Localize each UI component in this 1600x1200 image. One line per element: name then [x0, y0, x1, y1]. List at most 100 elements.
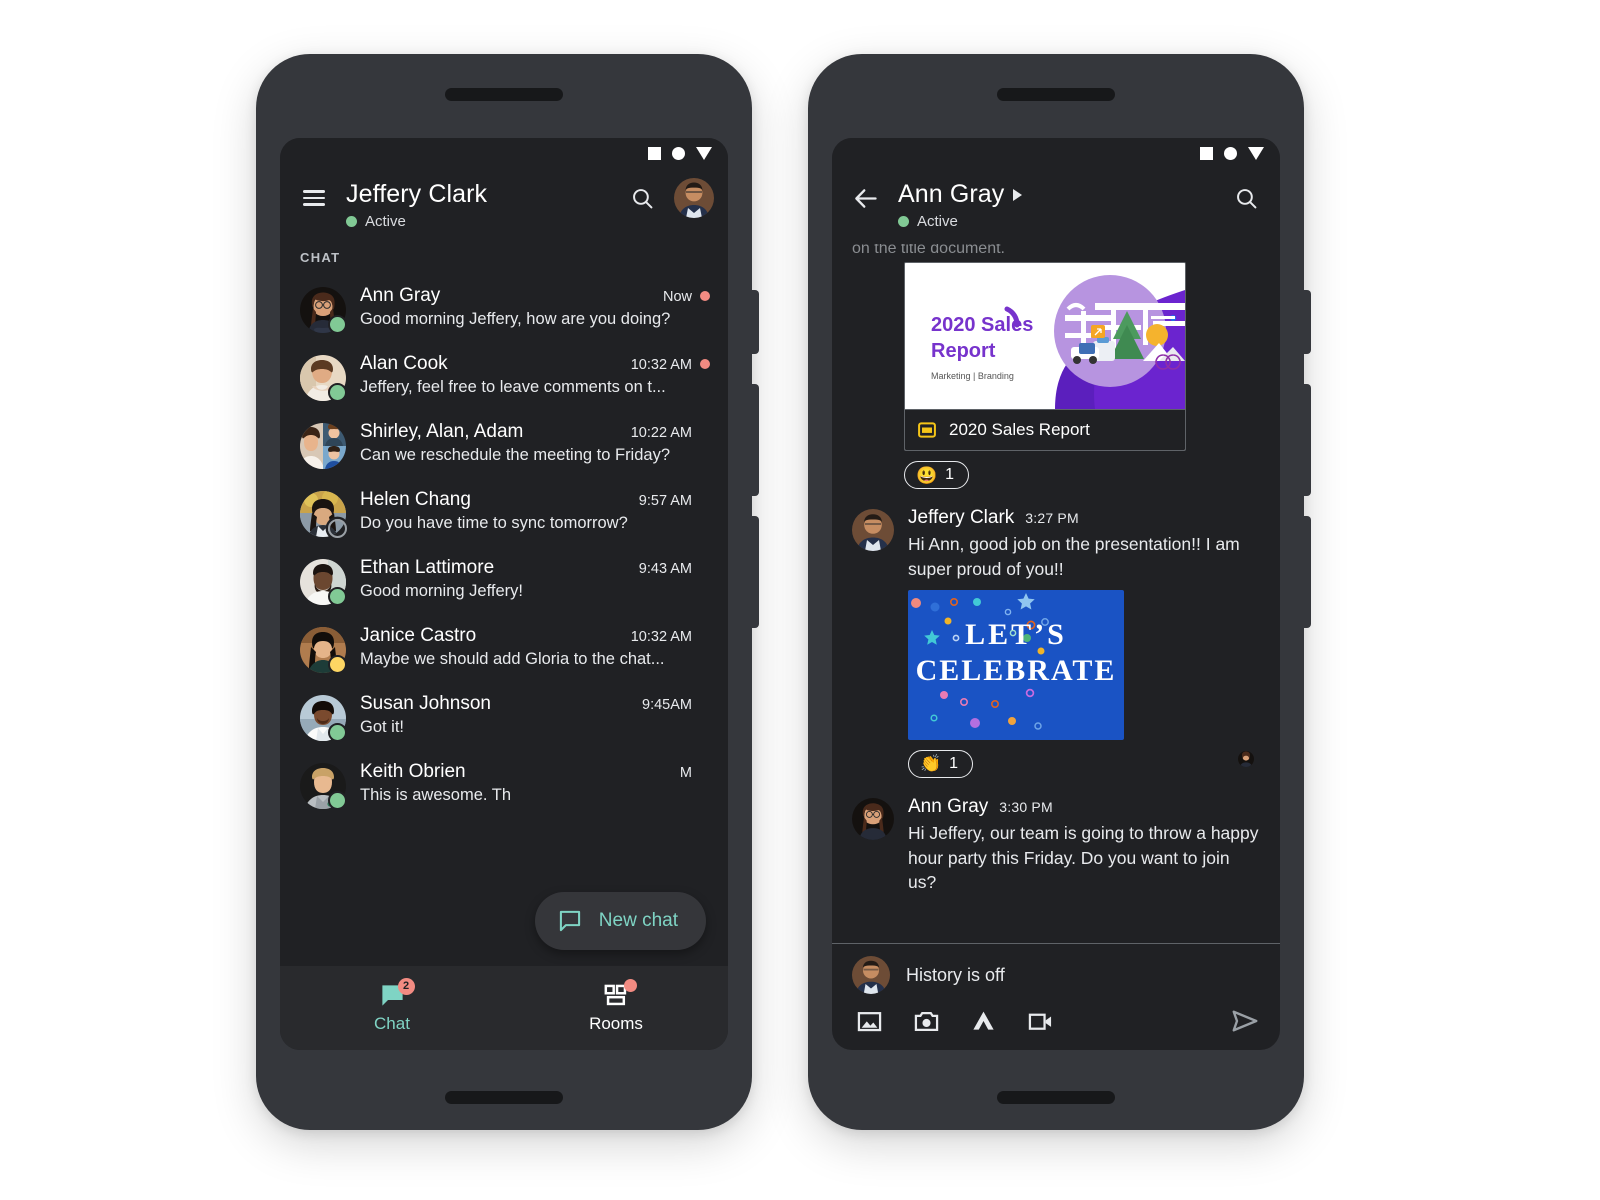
chat-item-preview: Jeffery, feel free to leave comments on … [360, 378, 666, 396]
reaction-pill[interactable]: 😃 1 [904, 461, 970, 489]
search-button[interactable] [622, 178, 662, 218]
tab-chat[interactable]: 2 Chat [280, 977, 504, 1034]
phone-speaker [997, 88, 1115, 101]
video-camera-icon[interactable] [1027, 1008, 1054, 1035]
message-body: Ann Gray 3:30 PM Hi Jeffery, our team is… [908, 796, 1260, 896]
send-icon[interactable] [1230, 1006, 1260, 1036]
section-label-chat: CHAT [300, 250, 341, 265]
new-chat-icon [559, 910, 580, 932]
message-text: Hi Ann, good job on the presentation!! I… [908, 534, 1240, 579]
status-bar [280, 138, 728, 168]
chat-item-time: 9:43 AM [638, 561, 692, 577]
app-bar-title-block[interactable]: Ann Gray Active [898, 178, 1214, 230]
presence-label: Active [917, 213, 958, 230]
camera-icon[interactable] [913, 1008, 940, 1035]
new-chat-label: New chat [598, 910, 678, 931]
chat-item-time: 9:57 AM [638, 493, 692, 509]
chat-item-body: Helen Chang 9:57 AM Do you have time to … [360, 489, 710, 533]
composer-input-row [852, 956, 1260, 994]
lets-celebrate-card[interactable]: LET’S CELEBRATE [908, 589, 1124, 740]
search-icon [632, 188, 652, 208]
phone-volume-up-button[interactable] [1304, 384, 1311, 496]
contact-avatar-ann-gray [852, 797, 894, 840]
avatar[interactable] [674, 178, 714, 218]
phone-side-button[interactable] [1304, 290, 1311, 354]
chat-list-item[interactable]: Shirley, Alan, Adam 10:22 AM Can we resc… [280, 411, 728, 479]
conversation-title: Ann Gray [898, 180, 1005, 208]
message-thread[interactable]: on the title document. 2020 Sales Report… [832, 244, 1280, 943]
chat-item-time: Now [662, 289, 692, 305]
image-icon[interactable] [856, 1008, 883, 1035]
svg-text:LET’S: LET’S [965, 618, 1067, 651]
chat-list-item[interactable]: Ann Gray Now Good morning Jeffery, how a… [280, 275, 728, 343]
tab-rooms[interactable]: Rooms [504, 978, 728, 1034]
chat-list-item[interactable]: Ethan Lattimore 9:43 AM Good morning Jef… [280, 547, 728, 615]
circle-icon [1224, 146, 1237, 160]
user-avatar [674, 178, 714, 218]
chat-item-name: Susan Johnson [360, 693, 491, 714]
back-button[interactable] [846, 178, 886, 218]
status-dot-online [328, 587, 347, 606]
app-bar: Ann Gray Active [832, 168, 1280, 244]
attachment-card[interactable]: 2020 Sales Report Marketing | Branding 2… [904, 262, 1186, 451]
square-icon [648, 146, 661, 160]
bottom-navigation: 2 Chat Rooms [280, 966, 728, 1050]
chat-list-item[interactable]: Helen Chang 9:57 AM Do you have time to … [280, 479, 728, 547]
status-dot-online [328, 315, 347, 334]
user-avatar [852, 509, 894, 551]
chat-item-body: Ann Gray Now Good morning Jeffery, how a… [360, 285, 710, 329]
chat-list-item[interactable]: Alan Cook 10:32 AM Jeffery, feel free to… [280, 343, 728, 411]
status-dot-away [328, 655, 347, 674]
avatar-group [300, 423, 346, 469]
message-composer [832, 943, 1280, 1050]
phone-volume-up-button[interactable] [752, 384, 759, 496]
chat-item-time: 10:32 AM [630, 357, 692, 373]
status-dot-online [328, 791, 347, 810]
mockup-stage: Jeffery Clark Active CHAT Ann Gray Now G… [0, 0, 1600, 1200]
chat-item-name: Ethan Lattimore [360, 557, 495, 578]
status-bar [832, 138, 1280, 168]
chat-item-body: Alan Cook 10:32 AM Jeffery, feel free to… [360, 353, 710, 397]
unread-dot [700, 291, 710, 301]
square-icon [1200, 146, 1213, 160]
message-input[interactable] [906, 964, 1260, 986]
menu-button[interactable] [294, 178, 334, 218]
phone-chin-bar [997, 1091, 1115, 1104]
drive-icon[interactable] [970, 1008, 997, 1035]
contact-avatar-ann-gray-small [1238, 750, 1254, 767]
chat-list-item[interactable]: Susan Johnson 9:45AM Got it! [280, 683, 728, 751]
chat-tab-badge: 2 [397, 977, 415, 995]
chat-list-item[interactable]: Keith Obrien M This is awesome. Th [280, 751, 728, 819]
search-button[interactable] [1226, 178, 1266, 218]
chat-list-item[interactable]: Janice Castro 10:32 AM Maybe we should a… [280, 615, 728, 683]
svg-text:CELEBRATE: CELEBRATE [916, 654, 1117, 687]
app-bar-title-block: Jeffery Clark Active [346, 178, 610, 230]
circle-icon [672, 146, 685, 160]
reaction-pill[interactable]: 👏 1 [908, 749, 974, 778]
phone-volume-down-button[interactable] [1304, 516, 1311, 628]
chat-list[interactable]: Ann Gray Now Good morning Jeffery, how a… [280, 275, 728, 966]
chat-item-body: Keith Obrien M This is awesome. Th [360, 761, 710, 805]
message-avatar[interactable] [852, 797, 894, 840]
svg-text:Marketing | Branding: Marketing | Branding [931, 371, 1014, 381]
message-author: Ann Gray [908, 795, 989, 817]
avatar [300, 491, 347, 538]
message-time: 3:27 PM [1025, 510, 1079, 526]
phone-volume-down-button[interactable] [752, 516, 759, 628]
phone-right: Ann Gray Active on the title document. 2… [808, 54, 1311, 1130]
rooms-tab-badge [623, 978, 637, 992]
seen-by-avatar [1238, 750, 1254, 767]
tab-chat-label: Chat [374, 1013, 410, 1033]
user-avatar [852, 956, 890, 994]
new-chat-button[interactable]: New chat [534, 892, 706, 950]
reaction-emoji: 👏 [920, 754, 942, 774]
phone-side-button[interactable] [752, 290, 759, 354]
avatar [300, 763, 347, 810]
message-avatar[interactable] [852, 509, 894, 551]
chat-item-name: Shirley, Alan, Adam [360, 421, 524, 442]
avatar [300, 287, 347, 334]
avatar [300, 627, 347, 674]
chat-item-name: Helen Chang [360, 489, 471, 510]
chat-item-preview: Good morning Jeffery! [360, 582, 523, 600]
chat-item-body: Shirley, Alan, Adam 10:22 AM Can we resc… [360, 421, 710, 465]
